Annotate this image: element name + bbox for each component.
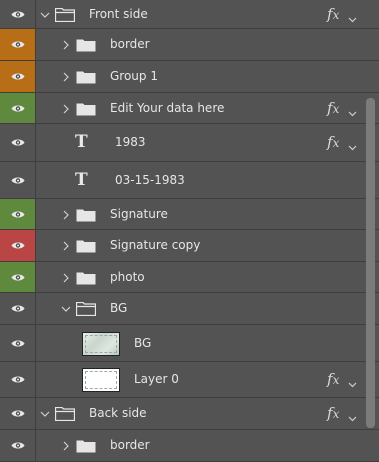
eye-icon [11,138,25,147]
layer-row[interactable]: Edit Your data here fx [0,93,379,124]
folder-icon [54,7,76,23]
eye-icon [11,210,25,219]
eye-icon [11,409,25,418]
visibility-toggle[interactable] [0,362,36,397]
eye-icon [11,176,25,185]
visibility-toggle[interactable] [0,0,36,28]
scrollbar[interactable] [366,98,377,458]
thumbnail-border [85,335,117,353]
visibility-toggle[interactable] [0,398,36,429]
layer-thumbnail[interactable] [82,368,120,392]
folder-icon [76,70,96,84]
layer-name: BG [134,336,152,350]
visibility-toggle[interactable] [0,162,36,198]
visibility-toggle[interactable] [0,199,36,229]
chevron-down-icon[interactable] [348,377,358,388]
eye-icon [11,441,25,450]
chevron-down-icon[interactable] [61,304,71,314]
chevron-right-icon[interactable] [61,241,71,251]
layer-name: BG [110,301,128,315]
layer-row[interactable]: Signature copy [0,230,379,262]
layer-row[interactable]: Back side fx [0,398,379,430]
layer-name: photo [110,270,145,284]
layer-row[interactable]: border [0,29,379,61]
folder-icon [76,239,96,253]
fx-icon[interactable]: fx [327,404,339,422]
layer-name: border [110,37,150,51]
folder-icon [76,38,96,52]
layer-name: Signature copy [110,238,201,252]
folder-icon [54,406,76,422]
chevron-down-icon[interactable] [348,12,358,23]
chevron-down-icon[interactable] [40,10,50,20]
layers-panel: Front side fx border Group 1 Edit Your data … [0,0,379,462]
fx-icon[interactable]: fx [327,370,339,388]
layer-row[interactable]: T 1983 fx [0,124,379,162]
chevron-down-icon[interactable] [348,140,358,151]
visibility-toggle[interactable] [0,230,36,261]
eye-icon [11,273,25,282]
chevron-down-icon[interactable] [40,409,50,419]
visibility-toggle[interactable] [0,61,36,92]
eye-icon [11,375,25,384]
chevron-right-icon[interactable] [61,104,71,114]
eye-icon [11,304,25,313]
eye-icon [11,241,25,250]
eye-icon [11,40,25,49]
folder-icon [75,301,97,317]
text-layer-icon: T [75,170,88,190]
eye-icon [11,339,25,348]
layer-row[interactable]: photo [0,262,379,293]
layer-name: Front side [89,7,148,21]
layer-name: 1983 [115,135,146,149]
layer-name: Layer 0 [134,372,179,386]
layer-row[interactable]: Group 1 [0,61,379,93]
layer-row[interactable]: Signature [0,199,379,230]
layer-name: Edit Your data here [110,101,225,115]
thumbnail-border [85,371,117,389]
layer-name: border [110,438,150,452]
visibility-toggle[interactable] [0,293,36,324]
layer-row[interactable]: border [0,430,379,462]
layer-name: Back side [89,406,147,420]
layer-row[interactable]: BG [0,293,379,325]
chevron-right-icon[interactable] [61,72,71,82]
chevron-right-icon[interactable] [61,441,71,451]
eye-icon [11,104,25,113]
visibility-toggle[interactable] [0,29,36,60]
eye-icon [11,10,25,19]
chevron-right-icon[interactable] [61,273,71,283]
folder-icon [76,439,96,453]
visibility-toggle[interactable] [0,93,36,123]
layer-thumbnail[interactable] [82,332,120,356]
visibility-toggle[interactable] [0,124,36,161]
layer-name: Signature [110,207,168,221]
text-layer-icon: T [75,132,88,152]
fx-icon[interactable]: fx [327,99,339,117]
eye-icon [11,72,25,81]
chevron-right-icon[interactable] [61,40,71,50]
visibility-toggle[interactable] [0,262,36,292]
chevron-right-icon[interactable] [61,210,71,220]
layer-row[interactable]: T 03-15-1983 [0,162,379,199]
scrollbar-thumb[interactable] [366,98,375,428]
visibility-toggle[interactable] [0,430,36,461]
fx-icon[interactable]: fx [327,5,339,23]
folder-icon [76,208,96,222]
layer-name: Group 1 [110,69,158,83]
layer-row[interactable]: Layer 0 fx [0,362,379,398]
visibility-toggle[interactable] [0,325,36,361]
layer-name: 03-15-1983 [115,173,185,187]
chevron-down-icon[interactable] [348,411,358,422]
folder-icon [76,271,96,285]
fx-icon[interactable]: fx [327,133,339,151]
layer-row[interactable]: Front side fx [0,0,379,29]
chevron-down-icon[interactable] [348,106,358,117]
folder-icon [76,102,96,116]
layer-row[interactable]: BG [0,325,379,362]
